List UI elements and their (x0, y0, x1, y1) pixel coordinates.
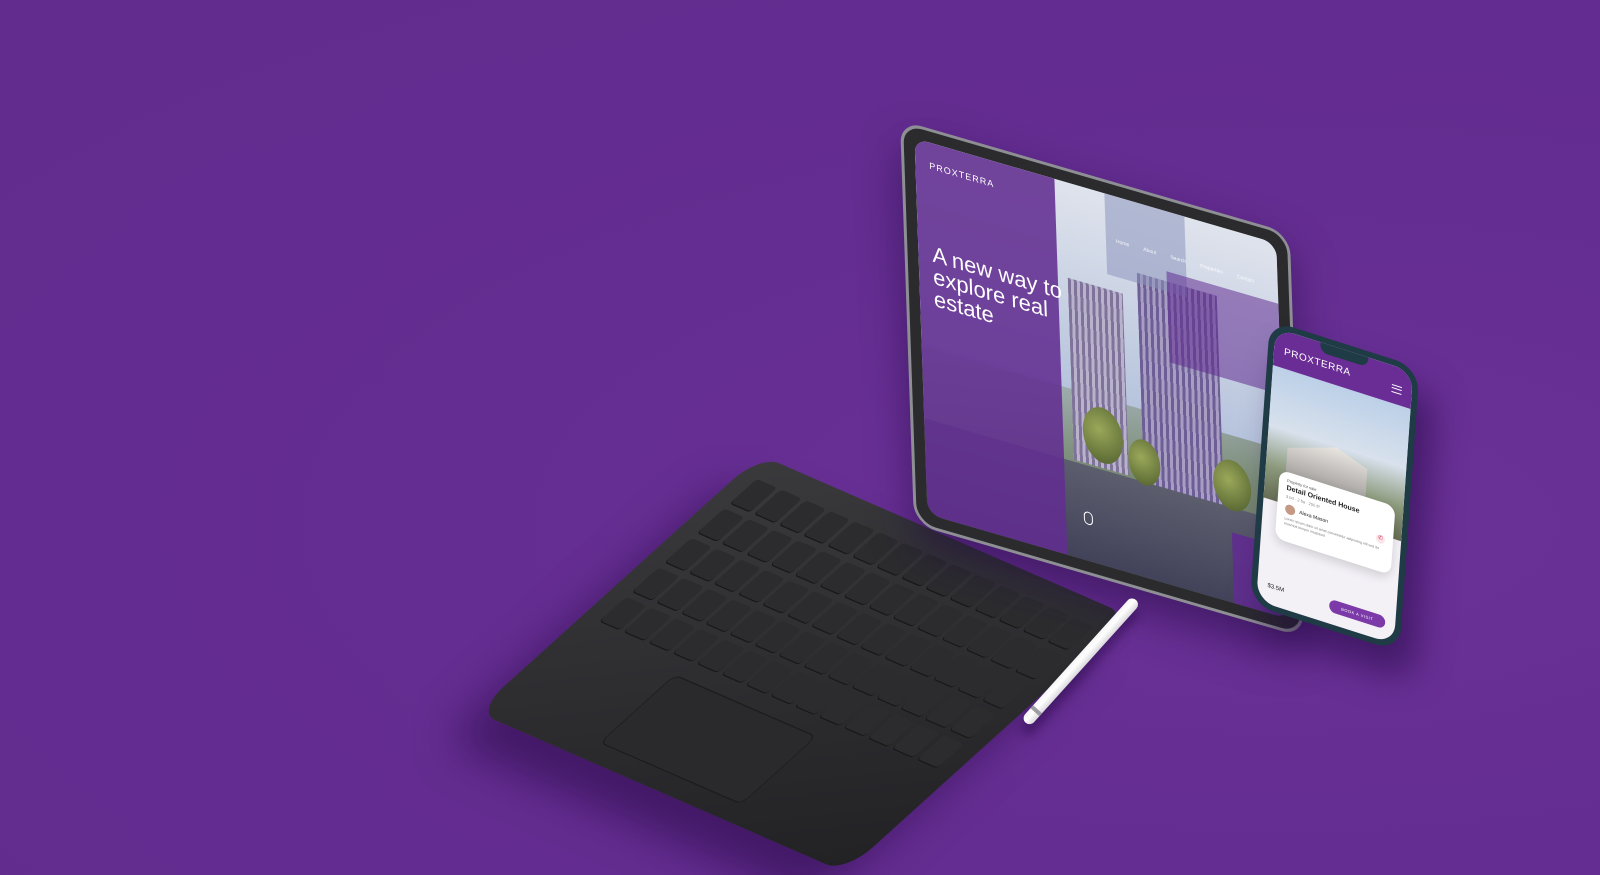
avatar (1284, 503, 1296, 517)
phone-frame: PROXTERRA Property for sale Detail Orien… (1249, 320, 1420, 653)
hero-overlay-panel (914, 138, 1068, 555)
pencil-band (1030, 705, 1043, 717)
book-visit-button[interactable]: BOOK A VISIT (1328, 598, 1386, 630)
price-label: $3.5M (1267, 582, 1285, 594)
phone-call-icon[interactable]: ✆ (1375, 532, 1386, 545)
phone-screen: PROXTERRA Property for sale Detail Orien… (1256, 327, 1414, 645)
phone-device: PROXTERRA Property for sale Detail Orien… (1249, 320, 1420, 653)
hamburger-menu-icon[interactable] (1391, 383, 1402, 396)
